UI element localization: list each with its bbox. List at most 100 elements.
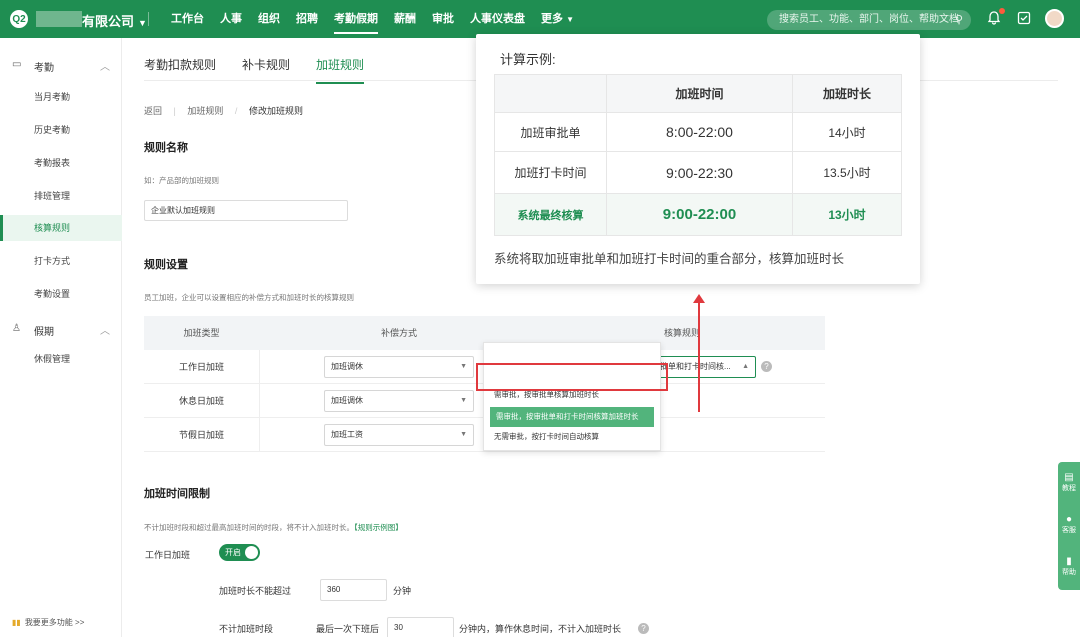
help-icon[interactable]: ? [761,361,772,372]
table-row: 系统最终核算 9:00-22:00 13小时 [495,194,901,235]
main-nav: 工作台 人事 组织 招聘 考勤假期 薪酬 审批 人事仪表盘 更多 ▼ [163,0,582,38]
book-icon: ▤ [1064,472,1074,483]
more-features-link[interactable]: ▮▮ 我要更多功能 >> [12,617,84,628]
example-header: 加班时间 加班时长 [495,75,901,113]
floating-help-bar: ▤ 教程 ● 客服 ▮ 帮助 [1058,462,1080,590]
rule-setting-title: 规则设置 [144,259,188,271]
search-icon: ⚲ [954,14,963,26]
company-switcher[interactable]: 有限公司 ▼ [82,11,147,30]
calendar-icon: ▭ [12,59,22,70]
breadcrumb-sep: / [234,106,238,116]
sidebar-item-history[interactable]: 历史考勤 [0,117,122,143]
sidebar-item-punch[interactable]: 打卡方式 [0,248,122,274]
nav-dashboard[interactable]: 人事仪表盘 [462,0,533,38]
nav-hr[interactable]: 人事 [212,0,250,38]
limit-hint: 不计加班时段和超过最高加班时间的时段，将不计入加班时长。【规则示例图】 [144,522,403,533]
sidebar-item-report[interactable]: 考勤报表 [0,150,122,176]
nav-attendance[interactable]: 考勤假期 [326,0,386,38]
comp-value: 加班调休 [331,396,363,405]
sidebar-item-monthly[interactable]: 当月考勤 [0,84,122,110]
sidebar: ▭ 考勤 ︿ 当月考勤 历史考勤 考勤报表 排班管理 核算规则 打卡方式 考勤设… [0,38,122,637]
sidebar-group-label: 假期 [34,327,54,338]
exclude-prefix: 最后一次下班后 [316,624,380,634]
exclude-suffix: 分钟内，算作休息时间，不计入加班时长 [459,624,622,634]
example-label: 加班审批单 [520,125,581,140]
caret-up-icon: ▲ [742,363,749,370]
sidebar-group-attendance[interactable]: ▭ 考勤 ︿ [0,50,122,80]
search-input[interactable]: 搜索员工、功能、部门、岗位、帮助文档 ⚲ [767,10,971,30]
service-label: 客服 [1062,527,1076,534]
max-duration-unit: 分钟 [393,586,412,596]
annotation-arrow-head [693,294,705,303]
nav-org[interactable]: 组织 [250,0,288,38]
rule-name-title: 规则名称 [144,142,188,154]
chevron-up-icon: ︿ [100,62,110,73]
max-duration-label: 加班时长不能超过 [219,586,292,596]
nav-more[interactable]: 更多 ▼ [533,0,582,38]
comp-select[interactable]: 加班调休 ▼ [324,390,474,412]
help-button[interactable]: ▮ 帮助 [1058,550,1080,590]
avatar[interactable] [1045,9,1064,28]
more-features-label: 我要更多功能 >> [24,618,85,627]
caret-down-icon: ▼ [460,397,467,404]
nav-workbench[interactable]: 工作台 [163,0,212,38]
comp-select[interactable]: 加班调休 ▼ [324,356,474,378]
exclude-minutes-input[interactable]: 30 [387,617,454,637]
checklist-icon[interactable] [1015,9,1033,27]
sidebar-item-settings[interactable]: 考勤设置 [0,281,122,307]
help-label: 帮助 [1062,569,1076,576]
tutorial-button[interactable]: ▤ 教程 [1058,466,1080,506]
toggle-label: 开启 [225,548,241,557]
rule-dropdown-menu: 需审批，按审批单核算加班时长 需审批，按审批单和打卡时间核算加班时长 无需审批，… [483,342,661,451]
comp-select[interactable]: 加班工资 ▼ [324,424,474,446]
sidebar-group-leave[interactable]: ♙ 假期 ︿ [0,314,122,344]
company-logo[interactable]: Q2 [10,10,28,28]
nav-more-label: 更多 [541,13,563,25]
example-header-time: 加班时间 [606,75,792,112]
document-icon: ▮ [1066,556,1072,567]
service-button[interactable]: ● 客服 [1058,508,1080,548]
dropdown-option-selected[interactable]: 需审批，按审批单和打卡时间核算加班时长 [490,407,654,427]
tutorial-label: 教程 [1062,485,1076,492]
toggle-knob [245,546,258,559]
row-type: 工作日加班 [178,362,224,372]
rule-name-hint: 如：产品部的加班规则 [144,176,219,185]
search-placeholder: 搜索员工、功能、部门、岗位、帮助文档 [779,14,959,25]
max-duration-input[interactable]: 360 [320,579,387,601]
workday-overtime-label: 工作日加班 [145,550,191,560]
rule-example-link[interactable]: 【规则示例图】 [354,523,403,532]
example-duration: 14小时 [792,113,901,151]
notification-dot [999,8,1005,14]
annotation-arrow-line [698,300,700,412]
popup-note: 系统将取加班审批单和加班打卡时间的重合部分，核算加班时长 [494,252,845,266]
rule-setting-hint: 员工加班，企业可以设置相应的补偿方式和加班时长的核算规则 [144,293,354,302]
example-label: 系统最终核算 [517,209,584,222]
example-time: 8:00-22:00 [606,113,792,151]
row-type: 节假日加班 [178,430,224,440]
calculation-example-popup: 计算示例: 加班时间 加班时长 加班审批单 8:00-22:00 14小时 加班… [476,34,920,284]
header-type: 加班类型 [183,328,220,338]
sidebar-group-label: 考勤 [34,63,54,74]
breadcrumb-sep: | [173,106,176,116]
nav-divider [148,12,149,26]
sidebar-item-schedule[interactable]: 排班管理 [0,183,122,209]
breadcrumb-current: 修改加班规则 [248,106,303,116]
nav-recruit[interactable]: 招聘 [288,0,326,38]
chevron-down-icon: ▼ [566,15,574,24]
workday-overtime-toggle[interactable]: 开启 [219,544,260,561]
example-duration: 13.5小时 [792,152,901,193]
limit-title: 加班时间限制 [144,488,210,500]
nav-payroll[interactable]: 薪酬 [386,0,424,38]
dropdown-option[interactable]: 无需审批，按打卡时间自动核算 [484,427,660,447]
nav-approval[interactable]: 审批 [424,0,462,38]
rule-name-input[interactable]: 企业默认加班规则 [144,200,348,221]
limit-hint-text: 不计加班时段和超过最高加班时间的时段，将不计入加班时长。 [144,523,354,532]
breadcrumb-back[interactable]: 返回 [144,106,162,116]
sidebar-item-rules[interactable]: 核算规则 [0,215,122,241]
breadcrumb-overtime[interactable]: 加班规则 [187,106,223,116]
sidebar-item-leave[interactable]: 休假管理 [0,346,122,372]
chevron-up-icon: ︿ [100,326,110,337]
help-icon[interactable]: ? [638,623,649,634]
example-time: 9:00-22:30 [606,152,792,193]
caret-down-icon: ▼ [460,363,467,370]
